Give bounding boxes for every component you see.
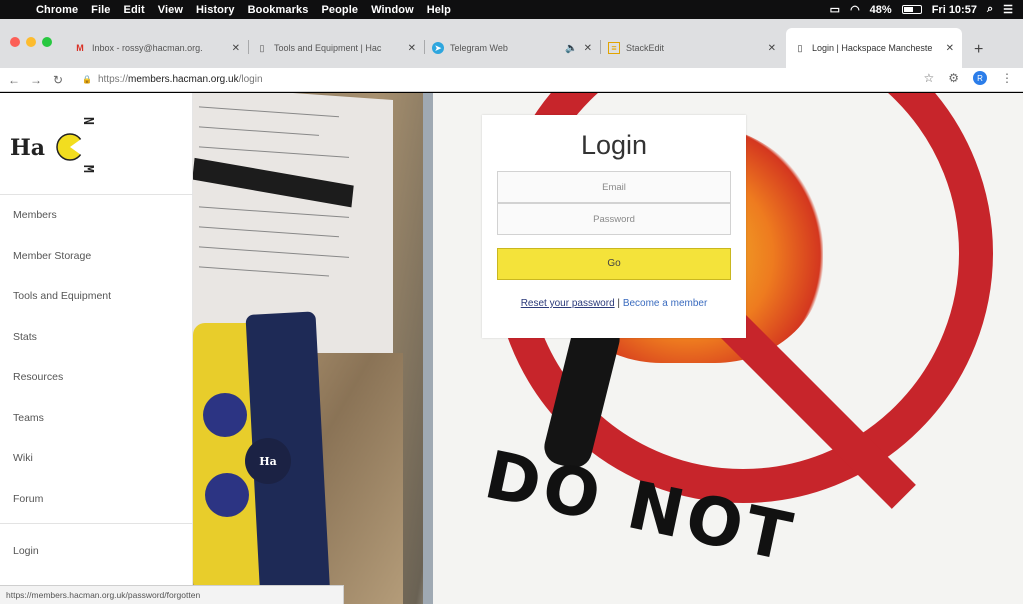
new-tab-button[interactable]: + xyxy=(974,41,983,59)
sidebar-item-members[interactable]: Members xyxy=(0,195,193,236)
audio-icon[interactable]: 🔈 xyxy=(565,43,577,54)
sidebar-item-wiki[interactable]: Wiki xyxy=(0,438,193,479)
lock-icon[interactable]: 🔒 xyxy=(82,75,92,84)
sidebar-item-tools-and-equipment[interactable]: Tools and Equipment xyxy=(0,276,193,317)
sidebar-item-resources[interactable]: Resources xyxy=(0,357,193,398)
page-icon: ▯ xyxy=(797,42,803,53)
clock[interactable]: Fri 10:57 xyxy=(932,4,977,16)
menu-edit[interactable]: Edit xyxy=(124,4,145,16)
spotlight-search-icon[interactable]: ⌕ xyxy=(987,3,993,16)
sidebar-item-teams[interactable]: Teams xyxy=(0,398,193,439)
svg-text:N: N xyxy=(80,117,95,125)
close-window-button[interactable] xyxy=(10,37,20,47)
tab-title: Tools and Equipment | Hac xyxy=(274,43,382,53)
sidebar: Ha N M Members Member Storage Tools and … xyxy=(0,93,193,604)
close-tab-icon[interactable]: ✕ xyxy=(232,43,240,54)
go-button[interactable]: Go xyxy=(497,248,731,280)
reload-icon[interactable]: ↻ xyxy=(50,73,66,87)
menu-file[interactable]: File xyxy=(91,4,110,16)
close-tab-icon[interactable]: ✕ xyxy=(946,43,954,54)
bookmark-star-icon[interactable]: ☆ xyxy=(923,71,934,85)
tab-tools-and-equipment[interactable]: ▯ Tools and Equipment | Hac ✕ xyxy=(248,28,424,68)
menu-help[interactable]: Help xyxy=(427,4,451,16)
zoom-window-button[interactable] xyxy=(42,37,52,47)
blue-button-2 xyxy=(205,473,249,517)
login-title: Login xyxy=(580,130,648,160)
browser-toolbar: ← → ↻ 🔒 https:// members.hacman.org.uk /… xyxy=(0,68,1023,92)
tab-gmail[interactable]: M Inbox - rossy@hacman.org. ✕ xyxy=(66,28,248,68)
tab-title: StackEdit xyxy=(626,43,665,53)
password-field[interactable] xyxy=(497,203,731,235)
hacman-sticker: Ha xyxy=(245,438,291,484)
more-menu-icon[interactable]: ⋮ xyxy=(1001,71,1013,85)
page-viewport: Ha DO NOT Ha N M Members Member Storage … xyxy=(0,93,1023,604)
email-field[interactable] xyxy=(497,171,731,203)
forward-icon[interactable]: → xyxy=(28,73,44,87)
menu-bookmarks[interactable]: Bookmarks xyxy=(248,4,309,16)
url-path: /login xyxy=(238,74,263,85)
menu-history[interactable]: History xyxy=(196,4,235,16)
close-tab-icon[interactable]: ✕ xyxy=(408,43,416,54)
battery-icon[interactable] xyxy=(901,5,922,14)
close-tab-icon[interactable]: ✕ xyxy=(768,43,776,54)
menu-window[interactable]: Window xyxy=(371,4,414,16)
tab-title: Login | Hackspace Mancheste xyxy=(812,43,933,53)
url-scheme: https:// xyxy=(97,74,128,85)
menu-view[interactable]: View xyxy=(158,4,183,16)
menu-people[interactable]: People xyxy=(321,4,358,16)
reset-password-link[interactable]: Reset your password xyxy=(521,298,615,309)
blue-button-1 xyxy=(203,393,247,437)
profile-avatar[interactable]: R xyxy=(973,71,987,85)
macos-menu-bar: Chrome File Edit View History Bookmarks … xyxy=(0,0,1023,19)
svg-text:M: M xyxy=(80,165,95,173)
menu-app-chrome[interactable]: Chrome xyxy=(36,4,78,16)
become-member-link[interactable]: Become a member xyxy=(623,298,707,309)
page-icon: ▯ xyxy=(259,42,265,53)
minimize-window-button[interactable] xyxy=(26,37,36,47)
login-links: Reset your password | Become a member xyxy=(482,298,746,309)
sidebar-item-forum[interactable]: Forum xyxy=(0,479,193,520)
tab-telegram[interactable]: ➤ Telegram Web 🔈 ✕ xyxy=(424,28,600,68)
url-host: members.hacman.org.uk xyxy=(127,74,239,85)
login-card: Login Go Reset your password | Become a … xyxy=(482,115,746,338)
sidebar-divider xyxy=(0,523,193,524)
sidebar-item-member-storage[interactable]: Member Storage xyxy=(0,236,193,277)
extension-icon[interactable]: ⚙ xyxy=(948,71,959,85)
battery-percent: 48% xyxy=(869,3,892,16)
address-bar[interactable]: 🔒 https:// members.hacman.org.uk /login xyxy=(82,74,263,85)
link-separator: | xyxy=(617,298,621,309)
tab-title: Telegram Web xyxy=(450,43,508,53)
wifi-icon[interactable]: ◠ xyxy=(850,3,860,16)
status-url-bubble: https://members.hacman.org.uk/password/f… xyxy=(0,585,344,604)
gmail-icon: M xyxy=(76,43,84,53)
sidebar-item-stats[interactable]: Stats xyxy=(0,317,193,358)
tab-login-active[interactable]: ▯ Login | Hackspace Mancheste ✕ xyxy=(786,28,962,68)
hacman-logo[interactable]: Ha N M xyxy=(10,107,106,187)
back-icon[interactable]: ← xyxy=(6,73,22,87)
stackedit-icon: ≡ xyxy=(608,42,620,54)
browser-tab-strip: M Inbox - rossy@hacman.org. ✕ ▯ Tools an… xyxy=(0,19,1023,68)
window-controls xyxy=(10,37,52,47)
sidebar-nav: Members Member Storage Tools and Equipme… xyxy=(0,194,193,519)
control-center-icon[interactable]: ☰ xyxy=(1003,3,1013,16)
telegram-icon: ➤ xyxy=(432,42,444,54)
sidebar-item-login[interactable]: Login xyxy=(13,545,39,557)
close-tab-icon[interactable]: ✕ xyxy=(584,43,592,54)
tab-title: Inbox - rossy@hacman.org. xyxy=(92,43,203,53)
tab-stackedit[interactable]: ≡ StackEdit ✕ xyxy=(600,28,784,68)
logo-text: Ha xyxy=(10,135,45,161)
screen-mirroring-icon[interactable]: ▭ xyxy=(830,3,840,16)
